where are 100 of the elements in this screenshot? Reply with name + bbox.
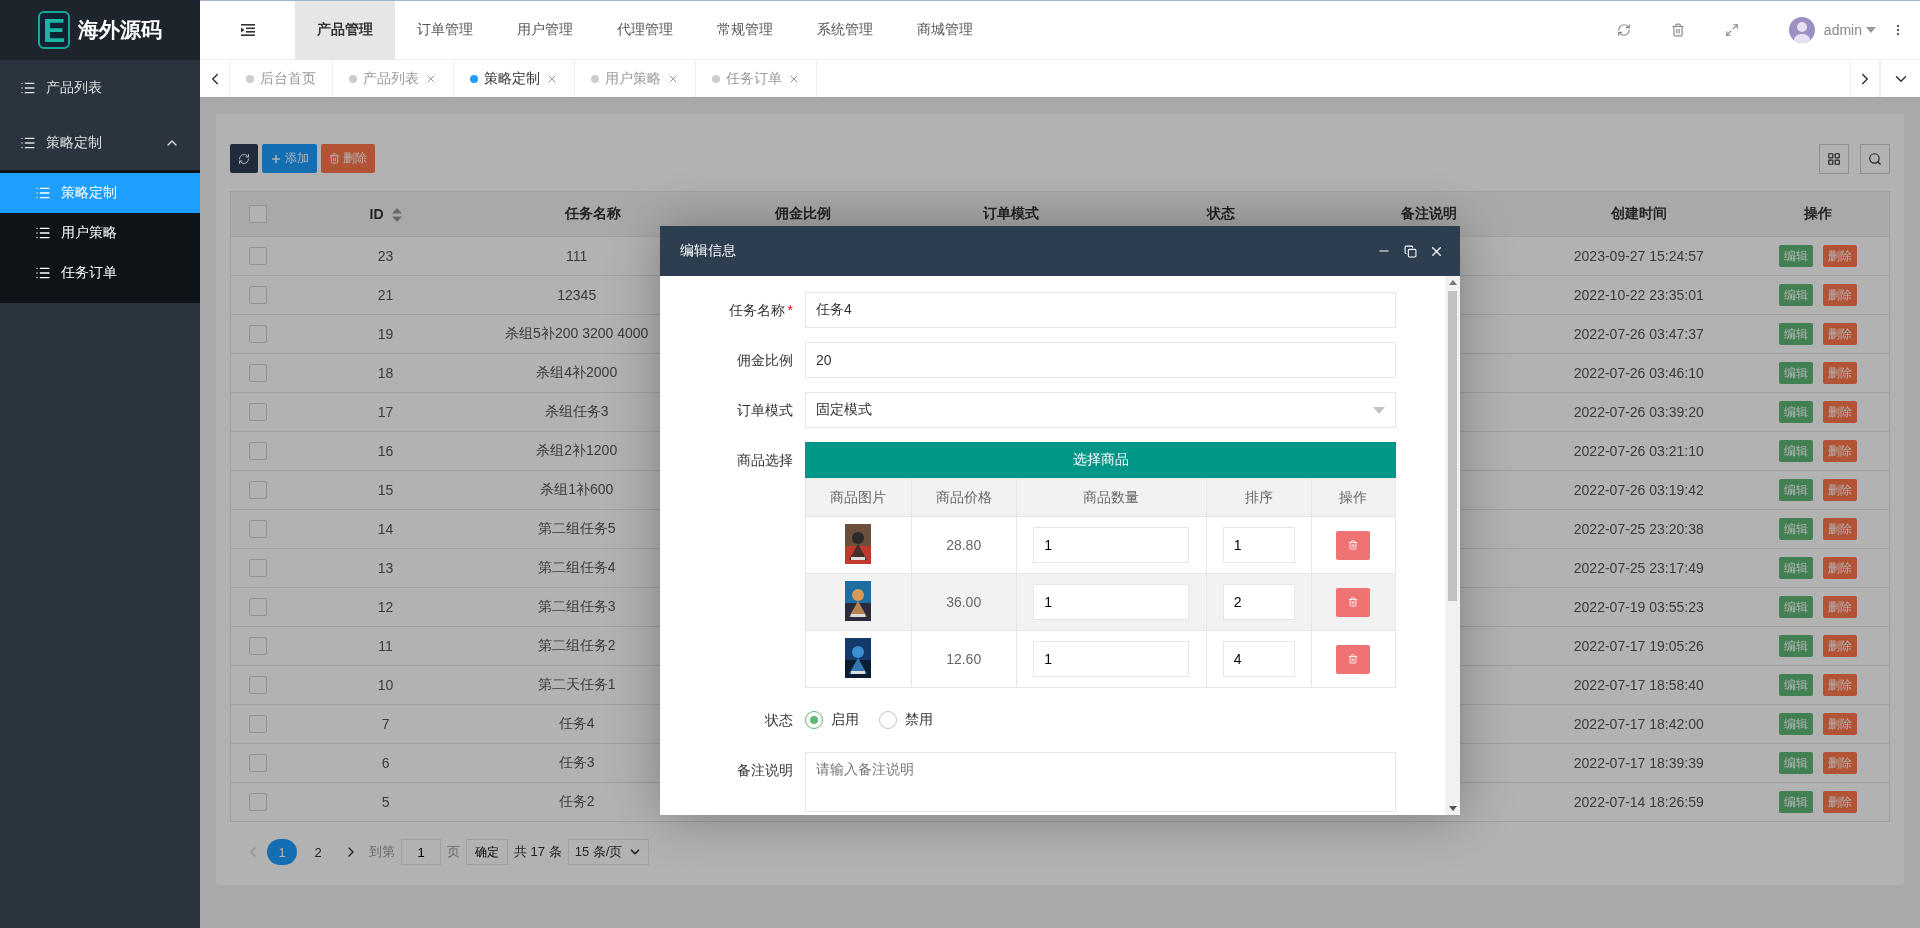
delete-button[interactable]: 删除 xyxy=(1822,440,1857,462)
page-field[interactable]: 1 xyxy=(401,839,441,865)
nav-tab[interactable]: 用户管理 xyxy=(495,0,595,60)
edit-button[interactable]: 编辑 xyxy=(1778,791,1813,813)
checkbox[interactable] xyxy=(249,403,268,422)
sidebar-subitem[interactable]: 用户策略 xyxy=(0,213,200,253)
sidebar-subitem[interactable]: 策略定制 xyxy=(0,173,200,213)
checkbox[interactable] xyxy=(249,559,268,578)
order-field[interactable]: 1 xyxy=(1222,527,1295,563)
page-tab[interactable]: 用户策略 xyxy=(575,60,696,97)
page-tab[interactable]: 策略定制 xyxy=(454,60,575,97)
scroll-up-icon[interactable] xyxy=(1448,280,1457,285)
confirm-button[interactable]: 确定 xyxy=(466,839,508,865)
checkbox[interactable] xyxy=(249,793,268,812)
fullscreen-icon[interactable] xyxy=(1724,23,1739,37)
delete-button[interactable]: 删除 xyxy=(1822,674,1857,696)
edit-button[interactable]: 编辑 xyxy=(1778,362,1813,384)
select-field[interactable]: 固定模式 xyxy=(805,392,1396,428)
delete-button[interactable]: 删除 xyxy=(1822,284,1857,306)
checkbox[interactable] xyxy=(249,754,268,773)
text-field[interactable]: 任务4 xyxy=(805,292,1396,328)
checkbox[interactable] xyxy=(249,598,268,617)
page-number[interactable]: 2 xyxy=(303,839,333,865)
edit-button[interactable]: 编辑 xyxy=(1778,557,1813,579)
delete-button[interactable]: 删除 xyxy=(1822,596,1857,618)
page-number[interactable]: 1 xyxy=(267,839,297,865)
edit-button[interactable]: 编辑 xyxy=(1778,323,1813,345)
checkbox[interactable] xyxy=(249,637,268,656)
search-button[interactable] xyxy=(1860,143,1890,174)
delete-button[interactable]: 删除 xyxy=(1822,791,1857,813)
delete-button[interactable]: 删除 xyxy=(1822,323,1857,345)
sidebar-item[interactable]: 产品列表 xyxy=(0,60,200,115)
checkbox[interactable] xyxy=(249,442,268,461)
edit-button[interactable]: 编辑 xyxy=(1778,479,1813,501)
checkbox[interactable] xyxy=(249,325,268,344)
select-goods-button[interactable]: 选择商品 xyxy=(805,442,1396,478)
text-field[interactable]: 20 xyxy=(805,342,1396,378)
checkbox[interactable] xyxy=(249,364,268,383)
edit-button[interactable]: 编辑 xyxy=(1778,713,1813,735)
nav-tab[interactable]: 代理管理 xyxy=(595,0,695,60)
sidebar-subitem[interactable]: 任务订单 xyxy=(0,253,200,293)
edit-button[interactable]: 编辑 xyxy=(1778,518,1813,540)
page-tab[interactable]: 产品列表 xyxy=(333,60,454,97)
nav-tab[interactable]: 订单管理 xyxy=(395,0,495,60)
page-tab[interactable]: 任务订单 xyxy=(696,60,817,97)
sort-icon[interactable] xyxy=(391,208,402,223)
nav-tab[interactable]: 产品管理 xyxy=(295,0,395,60)
order-field[interactable]: 4 xyxy=(1222,641,1295,677)
edit-button[interactable]: 编辑 xyxy=(1778,401,1813,423)
order-field[interactable]: 2 xyxy=(1222,584,1295,620)
delete-button[interactable]: 删除 xyxy=(1822,479,1857,501)
refresh-button[interactable] xyxy=(230,144,258,173)
nav-tab[interactable]: 常规管理 xyxy=(695,0,795,60)
nav-tab[interactable]: 商城管理 xyxy=(895,0,995,60)
page-size-select[interactable]: 15 条/页 xyxy=(567,839,650,865)
edit-button[interactable]: 编辑 xyxy=(1778,674,1813,696)
delete-button[interactable] xyxy=(1336,644,1371,674)
menu-fold-icon[interactable] xyxy=(240,24,255,36)
checkbox[interactable] xyxy=(249,205,268,224)
delete-button[interactable]: 删除 xyxy=(1822,557,1857,579)
quantity-field[interactable]: 1 xyxy=(1033,527,1190,563)
delete-button[interactable]: 删除 xyxy=(1822,245,1857,267)
checkbox[interactable] xyxy=(249,715,268,734)
delete-button[interactable]: 删除 xyxy=(1822,518,1857,540)
nav-tab[interactable]: 系统管理 xyxy=(795,0,895,60)
add-button[interactable]: 添加 xyxy=(262,144,317,173)
trash-icon[interactable] xyxy=(1670,23,1685,37)
quantity-field[interactable]: 1 xyxy=(1033,584,1190,620)
refresh-icon[interactable] xyxy=(1616,23,1631,37)
checkbox[interactable] xyxy=(249,676,268,695)
radio-option[interactable]: 禁用 xyxy=(879,711,933,729)
quantity-field[interactable]: 1 xyxy=(1033,641,1190,677)
delete-button[interactable]: 删除 xyxy=(1822,362,1857,384)
scrollbar[interactable] xyxy=(1445,276,1460,815)
edit-button[interactable]: 编辑 xyxy=(1778,440,1813,462)
delete-button[interactable]: 删除 xyxy=(321,144,375,173)
page-tab[interactable]: 后台首页 xyxy=(230,60,333,97)
avatar[interactable] xyxy=(1788,17,1815,43)
checkbox[interactable] xyxy=(249,481,268,500)
radio-option[interactable]: 启用 xyxy=(805,711,859,729)
delete-button[interactable]: 删除 xyxy=(1822,635,1857,657)
edit-button[interactable]: 编辑 xyxy=(1778,245,1813,267)
sidebar-item[interactable]: 策略定制 xyxy=(0,115,200,170)
delete-button[interactable]: 删除 xyxy=(1822,752,1857,774)
checkbox[interactable] xyxy=(249,247,268,266)
restore-icon[interactable] xyxy=(1403,244,1417,258)
edit-button[interactable]: 编辑 xyxy=(1778,635,1813,657)
user-name[interactable]: admin xyxy=(1823,22,1862,38)
edit-button[interactable]: 编辑 xyxy=(1778,284,1813,306)
note-field[interactable]: 请输入备注说明 xyxy=(805,752,1396,812)
checkbox[interactable] xyxy=(249,520,268,539)
edit-button[interactable]: 编辑 xyxy=(1778,596,1813,618)
checkbox[interactable] xyxy=(249,286,268,305)
delete-button[interactable] xyxy=(1336,530,1371,560)
scroll-down-icon[interactable] xyxy=(1448,806,1457,811)
delete-button[interactable] xyxy=(1336,587,1371,617)
delete-button[interactable]: 删除 xyxy=(1822,713,1857,735)
edit-button[interactable]: 编辑 xyxy=(1778,752,1813,774)
delete-button[interactable]: 删除 xyxy=(1822,401,1857,423)
columns-button[interactable] xyxy=(1819,143,1849,174)
